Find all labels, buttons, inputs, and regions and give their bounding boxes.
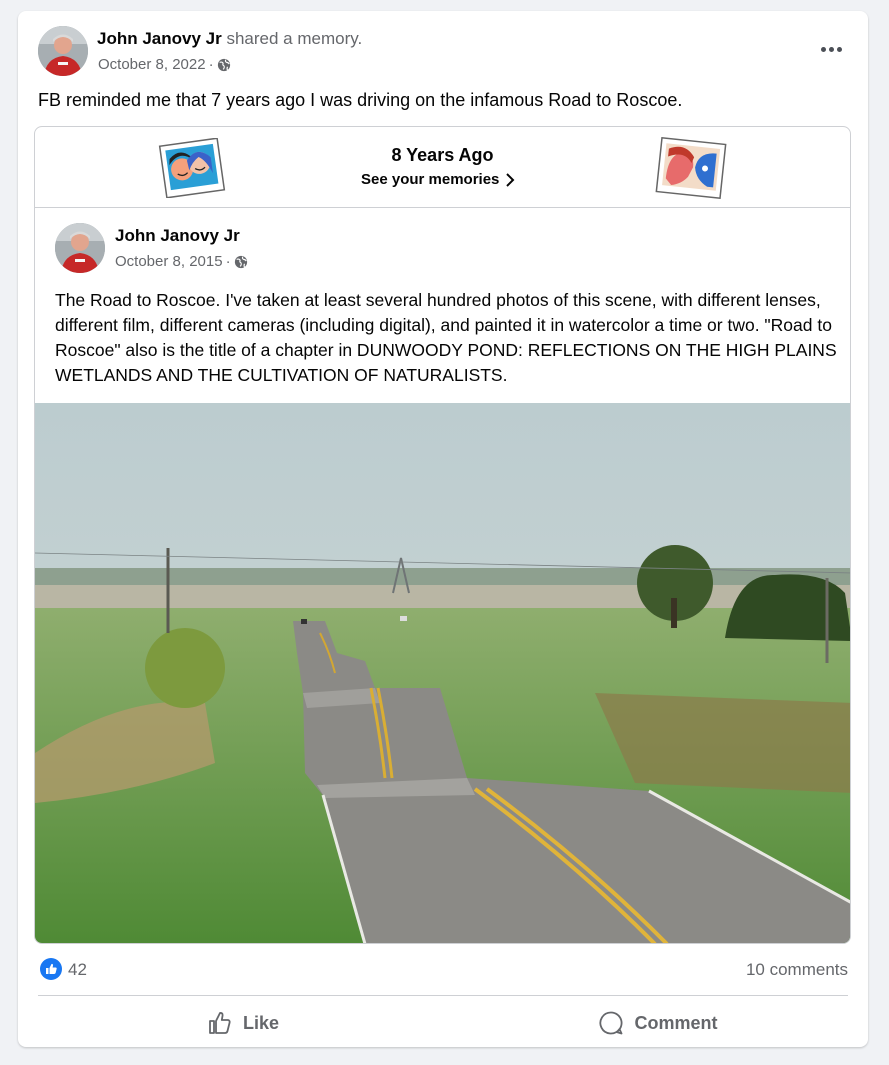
see-memories-link[interactable]: See your memories (361, 171, 515, 188)
author-name[interactable]: John Janovy Jr (97, 29, 222, 48)
post-header: John Janovy Jr shared a memory. (97, 29, 362, 49)
original-post-meta: October 8, 2015 · (115, 253, 248, 270)
comment-count[interactable]: 10 comments (746, 960, 848, 980)
globe-icon (234, 255, 248, 269)
see-memories-label: See your memories (361, 171, 500, 188)
like-button-label: Like (242, 1012, 280, 1033)
like-count[interactable]: 42 (68, 960, 87, 980)
post-date[interactable]: October 8, 2022 (98, 56, 206, 73)
memory-attachment: 8 Years Ago See your memories John Janov… (34, 126, 851, 944)
post-action-text: shared a memory. (226, 29, 363, 48)
memory-kiss-icon (653, 136, 729, 200)
like-button[interactable]: Like (168, 1005, 318, 1041)
comment-button[interactable]: Comment (558, 1005, 758, 1041)
original-post-date[interactable]: October 8, 2015 (115, 253, 223, 270)
author-avatar[interactable] (38, 26, 88, 76)
meta-separator: · (225, 253, 231, 270)
chevron-right-icon (506, 172, 515, 187)
more-options-icon[interactable] (816, 37, 846, 61)
post-card: John Janovy Jr shared a memory. October … (18, 11, 868, 1047)
comment-button-label: Comment (634, 1012, 718, 1033)
original-author-avatar[interactable] (55, 223, 105, 273)
reaction-stats: 42 10 comments (18, 955, 868, 985)
like-reaction-icon[interactable] (40, 958, 62, 980)
thumbs-up-icon (209, 1012, 231, 1034)
road-photo[interactable] (35, 403, 850, 943)
memory-header: 8 Years Ago See your memories (35, 127, 850, 208)
actions-divider (38, 995, 848, 996)
post-meta: October 8, 2022 · (98, 56, 231, 73)
meta-separator: · (208, 56, 214, 73)
original-post-text: The Road to Roscoe. I've taken at least … (55, 290, 837, 385)
globe-icon (217, 58, 231, 72)
post-text: FB reminded me that 7 years ago I was dr… (38, 90, 683, 110)
comment-bubble-icon (600, 1011, 623, 1035)
original-author-name[interactable]: John Janovy Jr (115, 226, 240, 246)
